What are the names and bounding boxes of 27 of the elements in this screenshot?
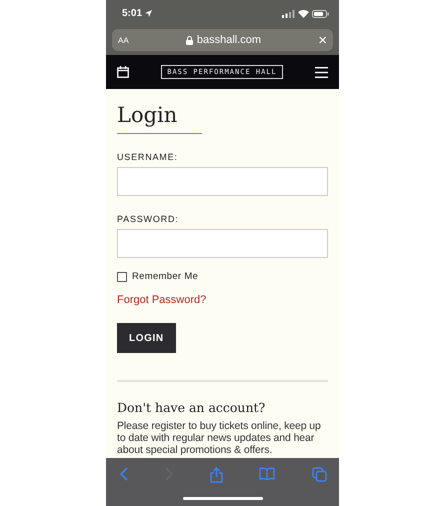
field-label: PASSWORD: (117, 214, 179, 224)
text-size-button[interactable]: AA (118, 36, 129, 44)
signal-icon (282, 10, 295, 18)
login-button[interactable]: LOGIN (117, 323, 176, 353)
input-field[interactable] (117, 229, 328, 258)
location-arrow-icon (145, 10, 152, 17)
back-icon[interactable] (120, 467, 128, 481)
menu-icon[interactable] (314, 66, 328, 78)
checkbox[interactable] (117, 272, 127, 282)
tabs-icon[interactable] (312, 467, 327, 482)
checkbox-label: Remember Me (132, 271, 198, 282)
field-label: USERNAME: (117, 152, 178, 162)
register-text: Please register to buy tickets online, keep up to date with regular news updates and hear about special promotions & offers. (117, 420, 322, 456)
url-text: basshall.com (196, 34, 262, 46)
section-heading: Don't have an account? (117, 400, 266, 415)
input-field[interactable] (117, 167, 328, 196)
lock-icon (186, 36, 193, 44)
share-icon[interactable] (210, 467, 222, 483)
forgot-password-link[interactable]: Forgot Password? (117, 294, 206, 306)
wifi-icon (298, 10, 309, 18)
calendar-icon[interactable] (117, 66, 129, 78)
book-icon[interactable] (259, 467, 276, 480)
page-title: Login (117, 103, 178, 127)
address-bar[interactable]: AA basshall.com × (112, 29, 333, 51)
close-button[interactable]: × (318, 32, 327, 48)
battery-icon (312, 10, 329, 18)
clock-time: 5:01 (122, 8, 142, 19)
